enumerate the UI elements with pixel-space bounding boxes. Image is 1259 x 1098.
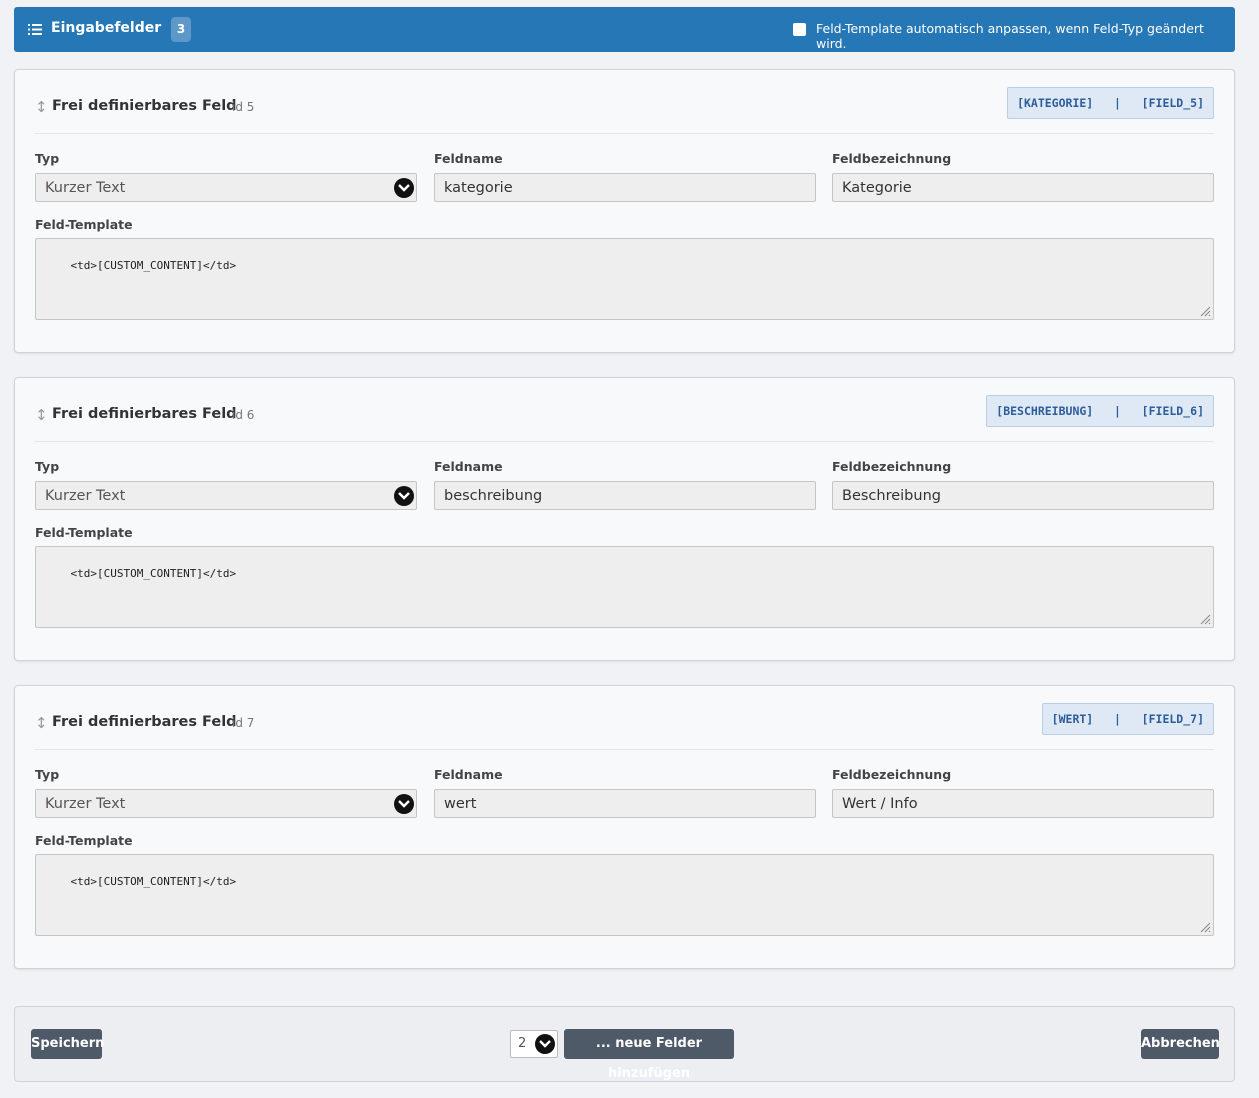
chevron-down-icon	[394, 794, 414, 814]
fieldname-label: Feldname	[434, 459, 503, 474]
fields-header: Eingabefelder 3 Feld-Template automatisc…	[14, 7, 1235, 52]
field-panel-5: ↕ Frei definierbares Feld id 5 [KATEGORI…	[14, 69, 1235, 353]
field-placeholders: [KATEGORIE] | [FIELD_5]	[1007, 87, 1214, 119]
fieldname-input[interactable]: beschreibung	[434, 481, 816, 510]
save-button[interactable]: Speichern	[31, 1029, 104, 1059]
fieldname-input[interactable]: wert	[434, 789, 816, 818]
resize-grip-icon[interactable]	[1199, 305, 1211, 317]
field-count-badge: 3	[171, 17, 191, 42]
fieldname-input[interactable]: kategorie	[434, 173, 816, 202]
drag-handle-icon[interactable]: ↕	[35, 408, 48, 423]
type-select-value: Kurzer Text	[45, 488, 126, 504]
field-placeholders: [WERT] | [FIELD_7]	[1041, 703, 1214, 735]
type-select[interactable]: Kurzer Text	[35, 481, 417, 510]
divider	[35, 749, 1214, 750]
type-select[interactable]: Kurzer Text	[35, 789, 417, 818]
template-textarea[interactable]: <td>[CUSTOM_CONTENT]</td>	[35, 546, 1214, 628]
template-label: Feld-Template	[35, 833, 133, 848]
type-select-value: Kurzer Text	[45, 796, 126, 812]
field-panel-6: ↕ Frei definierbares Feld id 6 [BESCHREI…	[14, 377, 1235, 661]
field-panel-7: ↕ Frei definierbares Feld id 7 [WERT] | …	[14, 685, 1235, 969]
template-value: <td>[CUSTOM_CONTENT]</td>	[70, 875, 237, 888]
fieldlabel-input[interactable]: Beschreibung	[832, 481, 1214, 510]
field-placeholders: [BESCHREIBUNG] | [FIELD_6]	[986, 395, 1214, 427]
new-field-count-select[interactable]: 2	[510, 1030, 558, 1058]
fieldlabel-input[interactable]: Wert / Info	[832, 789, 1214, 818]
resize-grip-icon[interactable]	[1199, 921, 1211, 933]
fieldlabel-label: Feldbezeichnung	[832, 151, 952, 166]
drag-handle-icon[interactable]: ↕	[35, 716, 48, 731]
fieldlabel-label: Feldbezeichnung	[832, 767, 952, 782]
drag-handle-icon[interactable]: ↕	[35, 100, 48, 115]
divider	[35, 441, 1214, 442]
type-select-value: Kurzer Text	[45, 180, 126, 196]
template-label: Feld-Template	[35, 217, 133, 232]
chevron-down-icon	[535, 1034, 555, 1054]
auto-adjust-checkbox[interactable]	[793, 23, 806, 36]
type-select[interactable]: Kurzer Text	[35, 173, 417, 202]
add-fields-button[interactable]: ... neue Felder hinzufügen	[564, 1029, 734, 1081]
divider	[35, 133, 1214, 134]
field-id: id 7	[232, 716, 255, 730]
template-value: <td>[CUSTOM_CONTENT]</td>	[70, 567, 237, 580]
header-title: Eingabefelder	[51, 20, 162, 36]
field-id: id 5	[232, 100, 255, 114]
form-footer: Speichern 2 ... neue Felder hinzufügen A…	[14, 1006, 1235, 1082]
field-id: id 6	[232, 408, 255, 422]
type-label: Typ	[35, 459, 60, 474]
template-value: <td>[CUSTOM_CONTENT]</td>	[70, 259, 237, 272]
auto-adjust-label[interactable]: Feld-Template automatisch anpassen, wenn…	[816, 21, 1235, 51]
chevron-down-icon	[394, 178, 414, 198]
type-label: Typ	[35, 151, 60, 166]
resize-grip-icon[interactable]	[1199, 613, 1211, 625]
fieldname-label: Feldname	[434, 151, 503, 166]
type-label: Typ	[35, 767, 60, 782]
fieldlabel-input[interactable]: Kategorie	[832, 173, 1214, 202]
cancel-button[interactable]: Abbrechen	[1141, 1029, 1220, 1059]
template-label: Feld-Template	[35, 525, 133, 540]
field-title: Frei definierbares Feld	[52, 406, 237, 422]
field-title: Frei definierbares Feld	[52, 714, 237, 730]
chevron-down-icon	[394, 486, 414, 506]
list-icon	[28, 24, 42, 35]
new-field-count-value: 2	[518, 1036, 527, 1051]
field-title: Frei definierbares Feld	[52, 98, 237, 114]
template-textarea[interactable]: <td>[CUSTOM_CONTENT]</td>	[35, 854, 1214, 936]
fieldname-label: Feldname	[434, 767, 503, 782]
template-textarea[interactable]: <td>[CUSTOM_CONTENT]</td>	[35, 238, 1214, 320]
fieldlabel-label: Feldbezeichnung	[832, 459, 952, 474]
